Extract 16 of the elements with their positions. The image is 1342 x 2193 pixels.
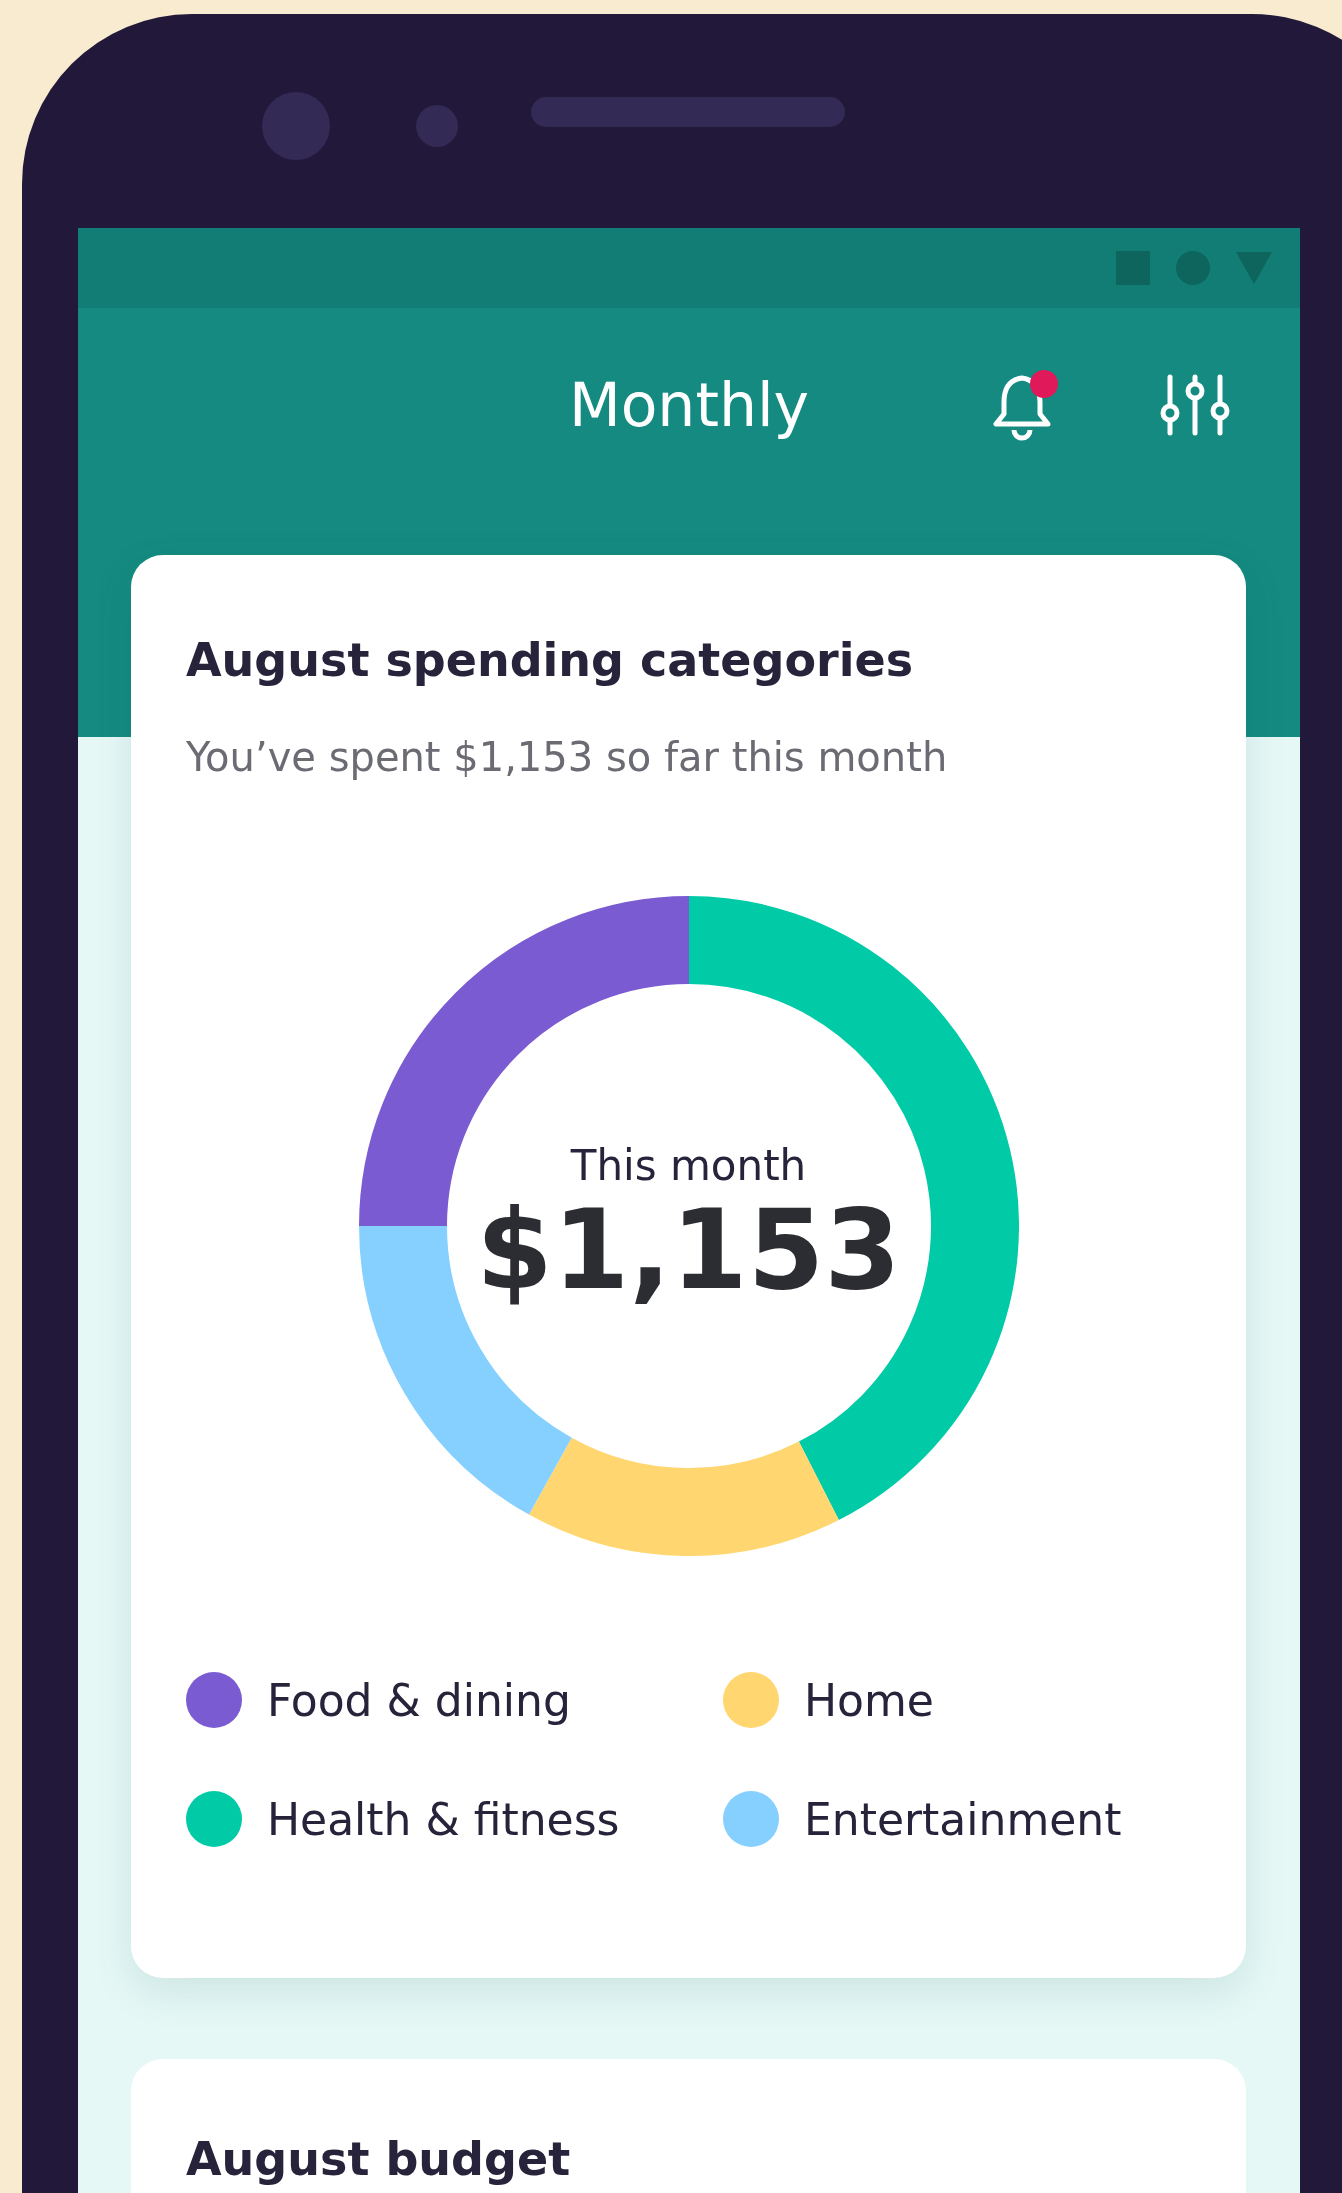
legend-label: Food & dining (267, 1674, 571, 1726)
square-icon (1116, 251, 1150, 285)
sliders-icon[interactable] (1160, 373, 1230, 437)
total-amount: $1,153 (476, 1190, 901, 1311)
legend-label: Health & fitness (267, 1793, 620, 1845)
legend-label: Home (804, 1674, 934, 1726)
card-subtitle: You’ve spent $1,153 so far this month (186, 733, 949, 781)
triangle-icon (1236, 252, 1272, 284)
sensor-dot (416, 105, 458, 147)
bell-icon[interactable] (992, 368, 1060, 442)
screen-title: Monthly (568, 370, 810, 440)
legend-label: Entertainment (804, 1793, 1122, 1845)
circle-icon (1176, 251, 1210, 285)
card-title: August spending categories (186, 633, 915, 688)
donut-label: This month (570, 1141, 807, 1190)
card-title: August budget (186, 2132, 572, 2187)
